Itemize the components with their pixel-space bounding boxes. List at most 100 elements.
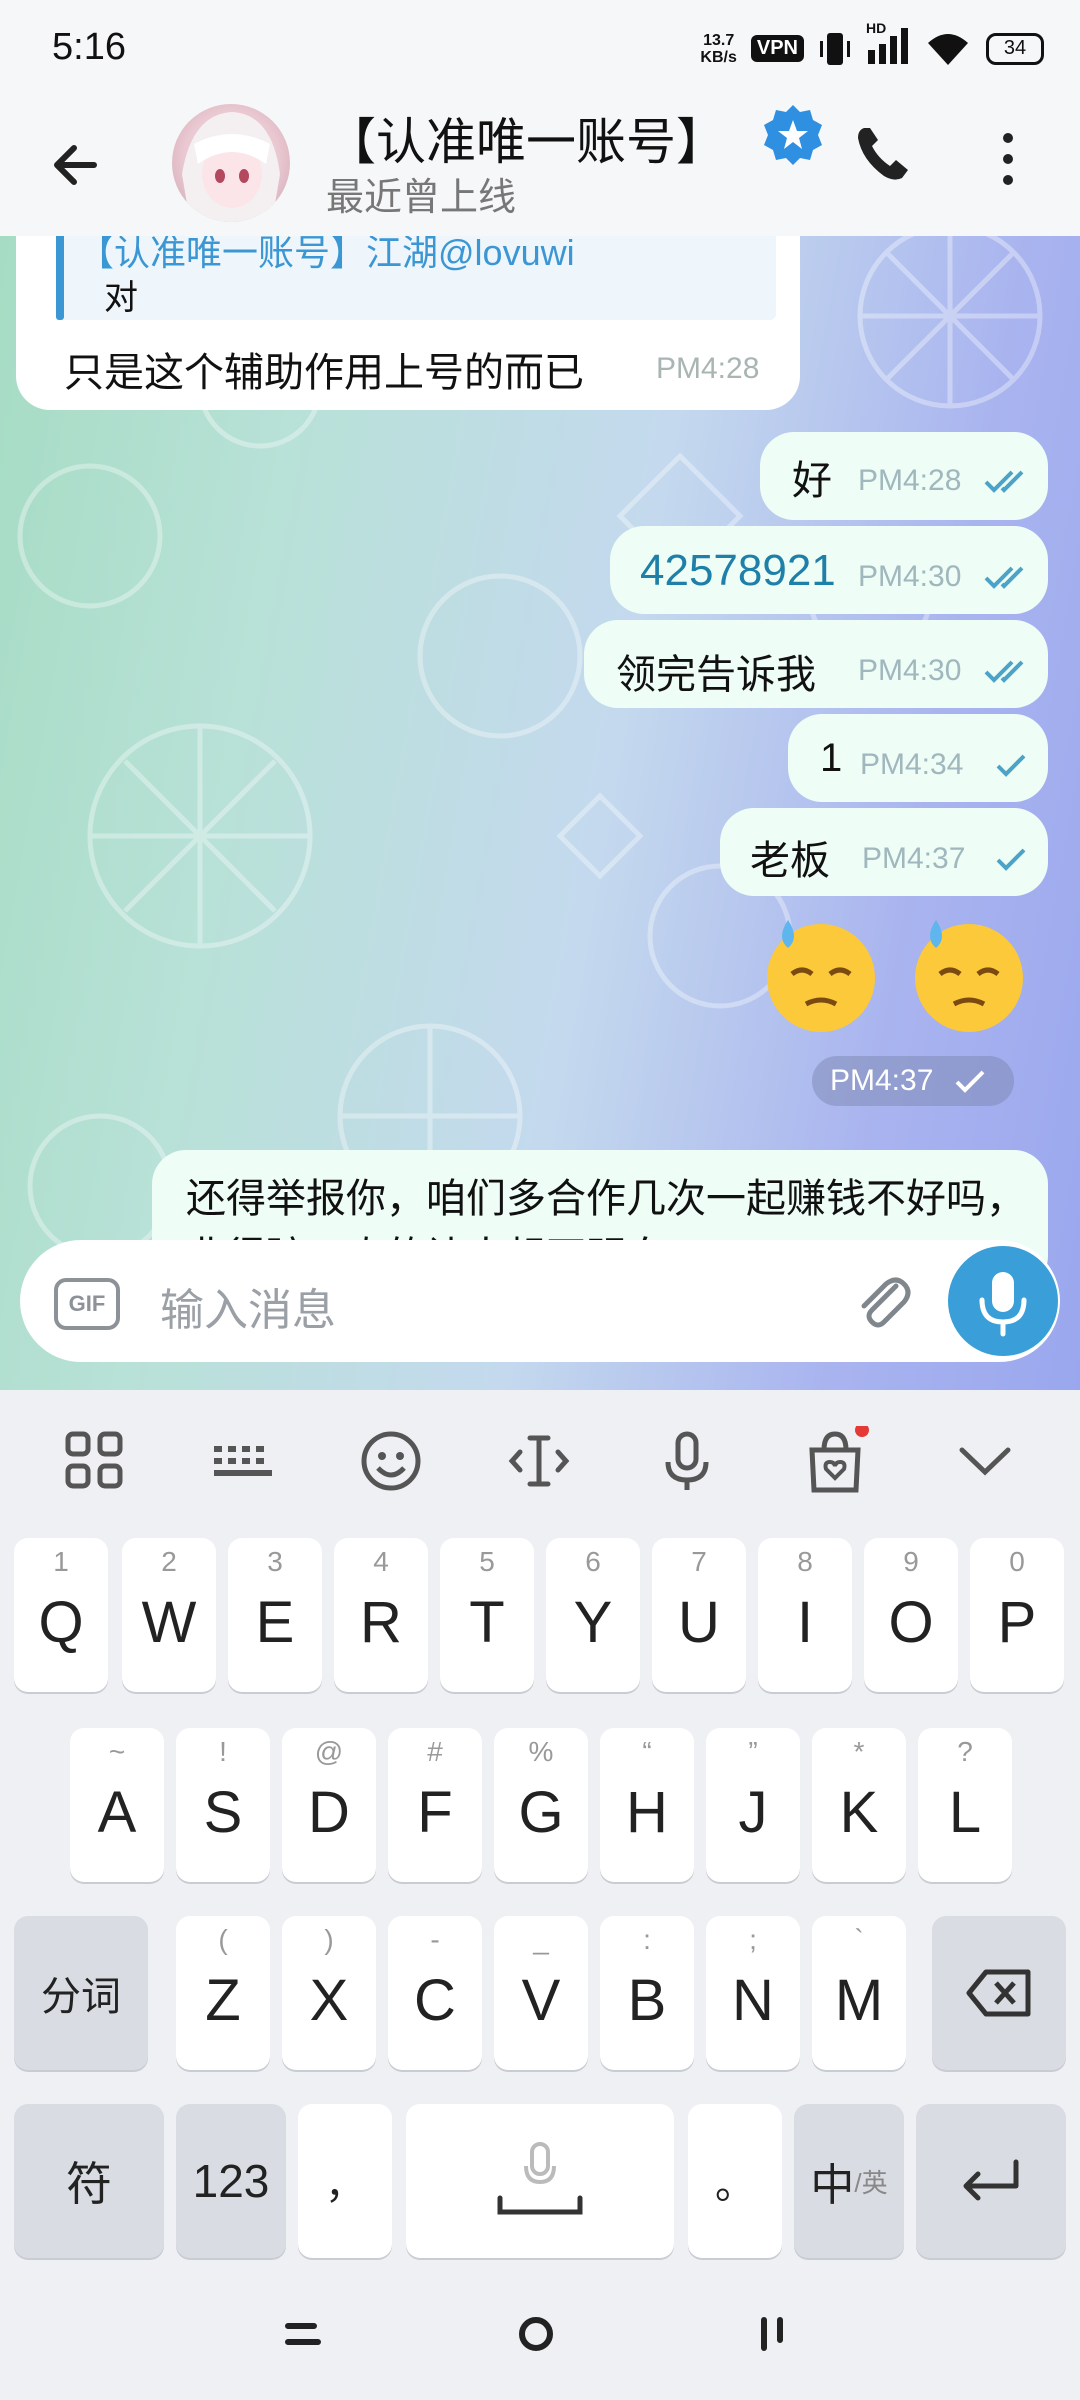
key-label: Q	[38, 1589, 84, 1655]
status-time: 5:16	[52, 26, 126, 68]
key-hint: )	[324, 1924, 334, 1955]
key-label: A	[97, 1779, 137, 1845]
key-e[interactable]: 3E	[228, 1538, 322, 1692]
gif-button[interactable]: GIF	[54, 1278, 120, 1330]
phone-call-icon[interactable]	[850, 120, 916, 186]
verified-badge-icon	[764, 105, 822, 165]
avatar[interactable]	[172, 104, 290, 222]
key-f[interactable]: # F	[388, 1728, 482, 1882]
cursor-icon[interactable]	[504, 1426, 574, 1496]
key-a[interactable]: ~ A	[70, 1728, 164, 1882]
read-checkmarks-icon	[984, 660, 1024, 683]
recent-apps-icon[interactable]	[280, 2312, 324, 2356]
reply-quote[interactable]: 【认准唯一账号】江湖@lovuwi 对	[56, 236, 776, 320]
grid-icon[interactable]	[60, 1426, 130, 1496]
backspace-key[interactable]	[932, 1916, 1066, 2070]
back-arrow-icon[interactable]	[40, 130, 110, 200]
key-q[interactable]: 1Q	[14, 1538, 108, 1692]
net-speed-value: 13.7	[703, 31, 735, 49]
key-u[interactable]: 7U	[652, 1538, 746, 1692]
downcast-face-with-sweat-emoji[interactable]	[762, 916, 880, 1034]
message-time: PM4:37	[830, 1064, 934, 1097]
message-text: 老板	[750, 839, 830, 883]
voice-icon[interactable]	[652, 1426, 722, 1496]
key-y[interactable]: 6Y	[546, 1538, 640, 1692]
key-z[interactable]: (Z	[176, 1916, 270, 2070]
message-outgoing[interactable]: 老板 PM4:37	[720, 808, 1048, 896]
keyboard-icon[interactable]	[208, 1426, 278, 1496]
emoji-icon[interactable]	[356, 1426, 426, 1496]
key-w[interactable]: 2W	[122, 1538, 216, 1692]
key-t[interactable]: 5T	[440, 1538, 534, 1692]
key-c[interactable]: -C	[388, 1916, 482, 2070]
key-g[interactable]: % G	[494, 1728, 588, 1882]
keyboard-toolbar	[0, 1390, 1080, 1530]
key-r[interactable]: 4R	[334, 1538, 428, 1692]
message-outgoing[interactable]: 好 PM4:28	[760, 432, 1048, 520]
key-b[interactable]: :B	[600, 1916, 694, 2070]
soft-keyboard: 1Q 2W 3E 4R 5T 6Y 7U 8I 9O 0P ~ A ! S @ D #…	[0, 1390, 1080, 2400]
read-checkmarks-icon	[984, 470, 1024, 493]
chat-area[interactable]: 【认准唯一账号】江湖@lovuwi 对 只是这个辅助作用上号的而已 PM4:28…	[0, 236, 1080, 1390]
message-outgoing[interactable]: 42578921 PM4:30	[610, 526, 1048, 614]
key-i[interactable]: 8I	[758, 1538, 852, 1692]
key-o[interactable]: 9O	[864, 1538, 958, 1692]
back-nav-icon[interactable]	[750, 2312, 794, 2356]
downcast-face-with-sweat-emoji[interactable]	[910, 916, 1028, 1034]
sent-checkmark-icon	[996, 754, 1026, 777]
key-label: B	[627, 1967, 667, 2033]
key-n[interactable]: ; N	[706, 1916, 800, 2070]
message-time: PM4:30	[858, 654, 962, 687]
period-key[interactable]: 。	[688, 2104, 782, 2258]
chat-title[interactable]: 【认准唯一账号】	[326, 102, 756, 174]
key-label: X	[309, 1967, 349, 2033]
language-switch-key[interactable]: 中/英	[794, 2104, 904, 2258]
key-s[interactable]: ! S	[176, 1728, 270, 1882]
message-incoming[interactable]: 【认准唯一账号】江湖@lovuwi 对 只是这个辅助作用上号的而已 PM4:28	[16, 236, 800, 410]
key-label: E	[255, 1589, 295, 1655]
key-l[interactable]: ? L	[918, 1728, 1012, 1882]
shop-bag-icon[interactable]	[800, 1426, 870, 1496]
space-key[interactable]	[406, 2104, 674, 2258]
key-hint: ”	[748, 1736, 758, 1767]
key-label: U	[678, 1589, 720, 1655]
collapse-icon[interactable]	[950, 1426, 1020, 1496]
key-v[interactable]: _ V	[494, 1916, 588, 2070]
more-options-icon[interactable]	[988, 126, 1028, 192]
attach-paperclip-icon[interactable]	[850, 1268, 916, 1334]
message-outgoing[interactable]: 1 PM4:34	[788, 714, 1048, 802]
key-m[interactable]: ` M	[812, 1916, 906, 2070]
enter-key[interactable]	[916, 2104, 1066, 2258]
segment-key[interactable]: 分词	[14, 1916, 148, 2070]
key-x[interactable]: ) X	[282, 1916, 376, 2070]
comma-key[interactable]: ，	[298, 2104, 392, 2258]
message-time: PM4:28	[858, 464, 962, 497]
symbol-key[interactable]: 符	[14, 2104, 164, 2258]
key-hint: %	[528, 1736, 554, 1767]
key-hint: ~	[108, 1736, 126, 1767]
key-hint: 1	[53, 1546, 69, 1577]
wifi-icon	[928, 33, 968, 65]
numeric-key[interactable]: 123	[176, 2104, 286, 2258]
message-outgoing[interactable]: 领完告诉我 PM4:30	[584, 620, 1048, 708]
voice-record-button[interactable]	[948, 1246, 1058, 1356]
sent-checkmark-icon	[955, 1070, 985, 1093]
key-hint: :	[643, 1924, 651, 1955]
microphone-icon	[979, 1272, 1027, 1337]
key-label: 分词	[41, 1975, 121, 2019]
key-k[interactable]: * K	[812, 1728, 906, 1882]
cell-signal-icon: HD	[866, 20, 910, 71]
key-hint: 3	[267, 1546, 283, 1577]
key-p[interactable]: 0P	[970, 1538, 1064, 1692]
key-j[interactable]: ” J	[706, 1728, 800, 1882]
key-d[interactable]: @ D	[282, 1728, 376, 1882]
message-input[interactable]: 输入消息	[160, 1274, 336, 1338]
home-icon[interactable]	[514, 2312, 558, 2356]
key-label: N	[732, 1967, 774, 2033]
net-speed: 13.7 KB/s	[700, 32, 736, 66]
space-mic-icon	[497, 2142, 583, 2215]
key-h[interactable]: “H	[600, 1728, 694, 1882]
key-hint: !	[219, 1736, 227, 1767]
key-hint: (	[218, 1924, 228, 1955]
key-hint: `	[854, 1924, 864, 1955]
